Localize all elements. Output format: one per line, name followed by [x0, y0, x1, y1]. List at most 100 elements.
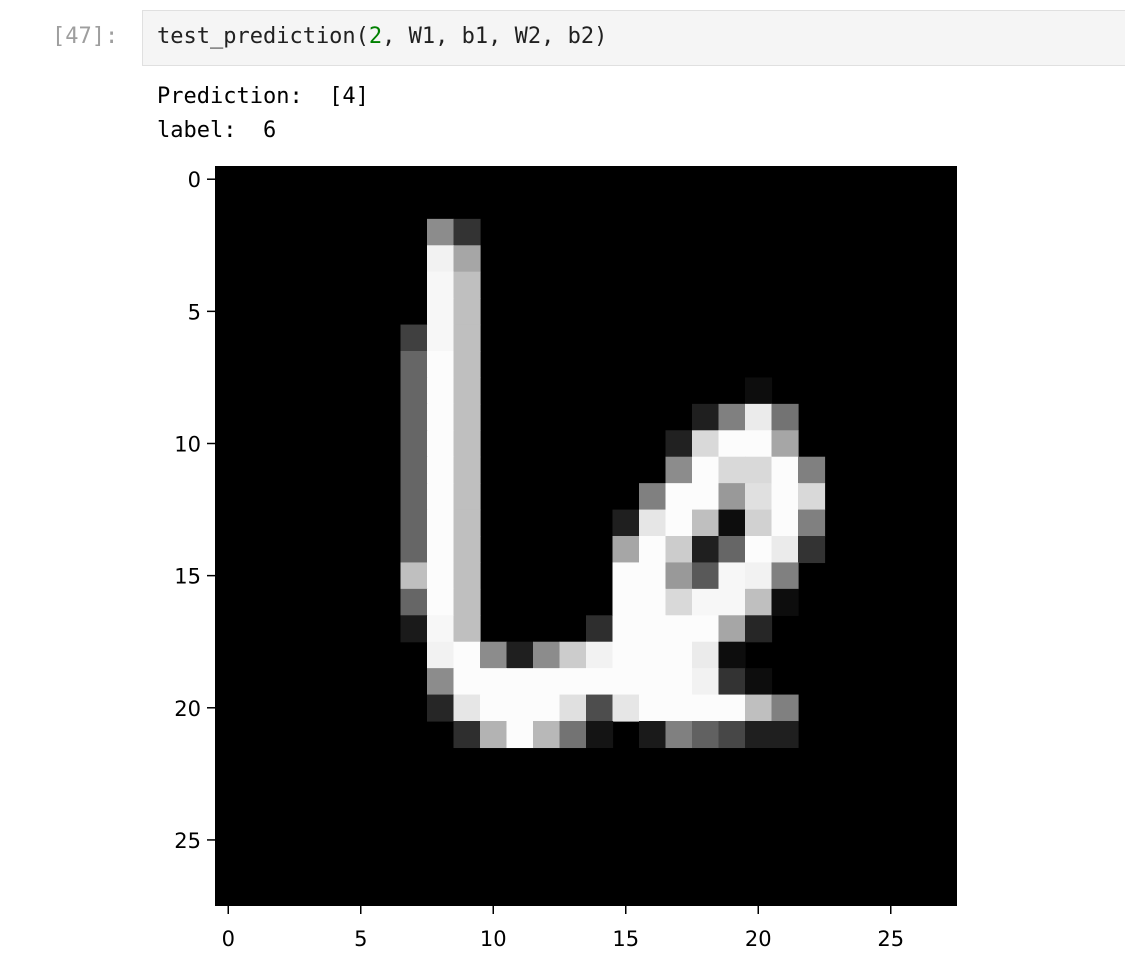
image-pixel [639, 615, 667, 643]
x-tick-label: 10 [480, 927, 507, 951]
image-pixel [506, 641, 534, 669]
image-pixel [453, 721, 481, 749]
image-pixel [718, 588, 746, 616]
image-pixel [427, 403, 455, 431]
image-pixel [612, 588, 640, 616]
image-pixel [506, 694, 534, 722]
image-pixel [427, 483, 455, 511]
y-tick-label: 10 [174, 433, 201, 457]
image-pixel [506, 721, 534, 749]
image-pixel [453, 694, 481, 722]
image-pixel [771, 456, 799, 484]
image-pixel [427, 456, 455, 484]
image-pixel [639, 536, 667, 564]
image-pixel [427, 218, 455, 246]
image-pixel [718, 668, 746, 696]
image-pixel [771, 562, 799, 590]
image-pixel [718, 641, 746, 669]
image-pixel [745, 430, 773, 458]
y-tick-label: 0 [188, 168, 201, 192]
image-pixel [665, 721, 693, 749]
image-pixel [639, 483, 667, 511]
image-pixel [718, 509, 746, 537]
image-pixel [400, 483, 428, 511]
image-pixel [692, 615, 720, 643]
image-pixel [692, 483, 720, 511]
image-pixel [745, 456, 773, 484]
image-pixel [665, 456, 693, 484]
image-pixel [506, 668, 534, 696]
image-pixel [745, 721, 773, 749]
image-pixel [427, 377, 455, 405]
image-pixel [665, 562, 693, 590]
image-pixel [639, 668, 667, 696]
image-pixel [745, 536, 773, 564]
image-pixel [453, 641, 481, 669]
image-pixel [559, 721, 587, 749]
image-pixel [480, 641, 508, 669]
image-pixel [427, 351, 455, 379]
image-pixel [453, 430, 481, 458]
image-pixel [480, 694, 508, 722]
image-plot: 0 5 10 15 20 25 0 5 10 15 20 25 [174, 166, 957, 951]
image-pixel [427, 588, 455, 616]
image-pixel [453, 456, 481, 484]
x-tick-label: 20 [745, 927, 772, 951]
image-pixel [453, 377, 481, 405]
image-pixel [745, 668, 773, 696]
image-pixel [586, 721, 614, 749]
image-pixel [400, 377, 428, 405]
image-pixel [771, 509, 799, 537]
image-pixel [692, 403, 720, 431]
image-pixel [745, 403, 773, 431]
image-pixel [400, 351, 428, 379]
image-pixel [559, 694, 587, 722]
image-pixel [427, 430, 455, 458]
image-pixel [400, 615, 428, 643]
image-pixel [453, 483, 481, 511]
image-pixel [771, 588, 799, 616]
image-pixel [559, 641, 587, 669]
image-pixel [639, 694, 667, 722]
image-pixel [665, 483, 693, 511]
image-pixel [692, 536, 720, 564]
image-pixel [427, 641, 455, 669]
image-pixel [612, 562, 640, 590]
image-pixel [692, 562, 720, 590]
image-pixel [612, 668, 640, 696]
image-pixel [586, 641, 614, 669]
image-pixel [665, 509, 693, 537]
image-pixel [718, 615, 746, 643]
image-pixel [427, 245, 455, 273]
image-pixel [427, 324, 455, 352]
y-tick-label: 5 [188, 300, 201, 324]
image-pixel [745, 483, 773, 511]
image-pixel [639, 641, 667, 669]
image-pixel [586, 668, 614, 696]
image-pixel [586, 694, 614, 722]
y-tick-label: 15 [174, 565, 201, 589]
image-pixel [665, 641, 693, 669]
image-pixel [745, 562, 773, 590]
image-pixel [771, 430, 799, 458]
image-pixel [453, 536, 481, 564]
image-pixel [612, 509, 640, 537]
image-pixel [480, 721, 508, 749]
image-pixel [692, 694, 720, 722]
image-pixel [453, 351, 481, 379]
image-pixel [400, 456, 428, 484]
image-pixel [745, 377, 773, 405]
image-pixel [612, 641, 640, 669]
image-pixel [771, 403, 799, 431]
image-pixel [665, 588, 693, 616]
image-pixel [639, 721, 667, 749]
image-pixel [453, 271, 481, 299]
image-pixel [692, 509, 720, 537]
image-pixel [639, 588, 667, 616]
image-pixel [692, 721, 720, 749]
image-pixel [400, 536, 428, 564]
image-pixel [533, 668, 561, 696]
image-pixel [798, 536, 826, 564]
image-pixel [665, 536, 693, 564]
image-pixel [718, 694, 746, 722]
